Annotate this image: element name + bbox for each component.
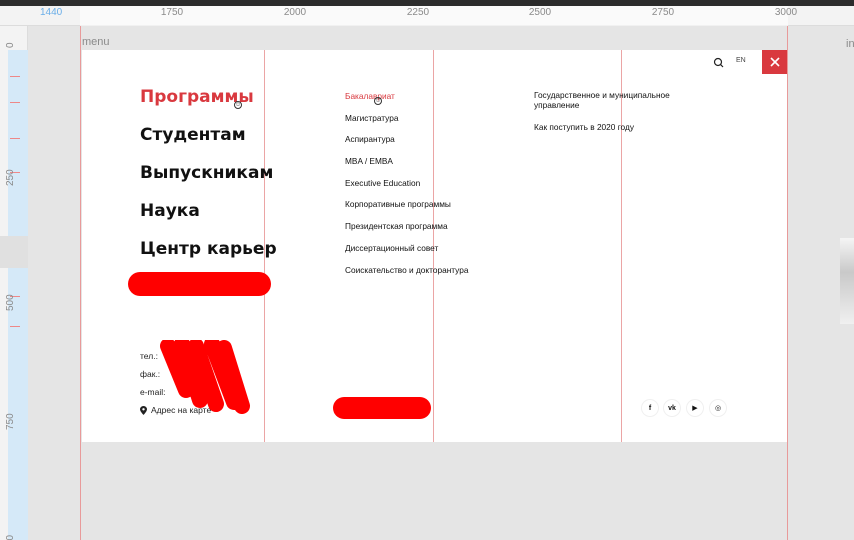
- sub-nav-item-corporate[interactable]: Корпоративные программы: [345, 198, 468, 220]
- ruler-tick: 2000: [283, 7, 307, 18]
- adjacent-frame-image: [840, 238, 854, 324]
- ruler-marker: [10, 102, 20, 103]
- sub-nav-item-postgraduate[interactable]: Аспирантура: [345, 133, 468, 155]
- sub-nav-item-master[interactable]: Магистратура: [345, 112, 468, 134]
- main-nav-item-career-center[interactable]: Центр карьер: [140, 238, 277, 276]
- sub-nav-item-mba[interactable]: MBA / EMBA: [345, 155, 468, 177]
- ruler-tick: 3000: [774, 7, 798, 18]
- ruler-hover-band: [0, 236, 28, 268]
- ruler-tick: 1440: [40, 7, 63, 18]
- adjacent-frame-label[interactable]: in: [846, 38, 854, 50]
- sub-nav-item-presidential[interactable]: Президентская программа: [345, 220, 468, 242]
- frame-label[interactable]: menu: [82, 36, 110, 48]
- ruler-marker: [10, 326, 20, 327]
- ruler-tick: 2500: [528, 7, 552, 18]
- ruler-selection-band: [80, 6, 788, 26]
- ruler-tick: 1750: [160, 7, 184, 18]
- map-pin-icon: [140, 405, 147, 415]
- main-nav: Программы Студентам Выпускникам Наука Це…: [140, 86, 277, 276]
- close-icon: [769, 57, 780, 67]
- layout-guide: [80, 26, 81, 540]
- ruler-tick: 00: [5, 535, 16, 540]
- sub-nav: Бакалавриат Магистратура Аспирантура MBA…: [345, 90, 468, 285]
- close-button[interactable]: [762, 50, 787, 74]
- main-nav-item-students[interactable]: Студентам: [140, 124, 277, 162]
- redacted-button: [128, 272, 271, 296]
- ruler-tick: 250: [5, 169, 16, 186]
- ruler-tick: 0: [5, 42, 16, 48]
- sub-nav-item-doctorate[interactable]: Соискательство и докторантура: [345, 264, 468, 286]
- redacted-button: [333, 397, 431, 419]
- ruler-marker: [10, 76, 20, 77]
- youtube-icon[interactable]: ▶: [687, 400, 703, 416]
- vertical-ruler: 0 250 500 750 00: [0, 26, 28, 540]
- main-nav-item-programs[interactable]: Программы: [140, 86, 277, 124]
- vk-icon[interactable]: vk: [664, 400, 680, 416]
- main-nav-item-alumni[interactable]: Выпускникам: [140, 162, 277, 200]
- language-switch[interactable]: EN: [736, 57, 746, 64]
- ruler-marker: [10, 138, 20, 139]
- layout-guide: [787, 26, 788, 540]
- horizontal-ruler: 1440 1750 2000 2250 2500 2750 3000: [0, 6, 854, 26]
- third-col-item-admission-2020[interactable]: Как поступить в 2020 году: [534, 122, 694, 132]
- third-column: Государственное и муниципальное управлен…: [534, 90, 694, 144]
- sub-nav-item-executive-education[interactable]: Executive Education: [345, 177, 468, 199]
- ruler-tick: 750: [5, 413, 16, 430]
- hover-cursor-icon: ☺: [234, 101, 242, 109]
- facebook-icon[interactable]: f: [642, 400, 658, 416]
- hover-cursor-icon: ☺: [374, 97, 382, 105]
- ruler-tick: 2750: [651, 7, 675, 18]
- search-button[interactable]: [712, 56, 726, 70]
- sub-nav-item-bachelor[interactable]: Бакалавриат: [345, 90, 468, 112]
- search-icon: [713, 57, 724, 68]
- sub-nav-item-dissertation-council[interactable]: Диссертационный совет: [345, 242, 468, 264]
- redaction-scribble: [160, 340, 250, 414]
- ruler-tick: 2250: [406, 7, 430, 18]
- menu-panel: EN Программы Студентам Выпускникам Наука…: [82, 50, 787, 442]
- third-col-item-public-administration[interactable]: Государственное и муниципальное управлен…: [534, 90, 694, 110]
- main-nav-item-science[interactable]: Наука: [140, 200, 277, 238]
- ruler-tick: 500: [5, 294, 16, 311]
- instagram-icon[interactable]: ◎: [710, 400, 726, 416]
